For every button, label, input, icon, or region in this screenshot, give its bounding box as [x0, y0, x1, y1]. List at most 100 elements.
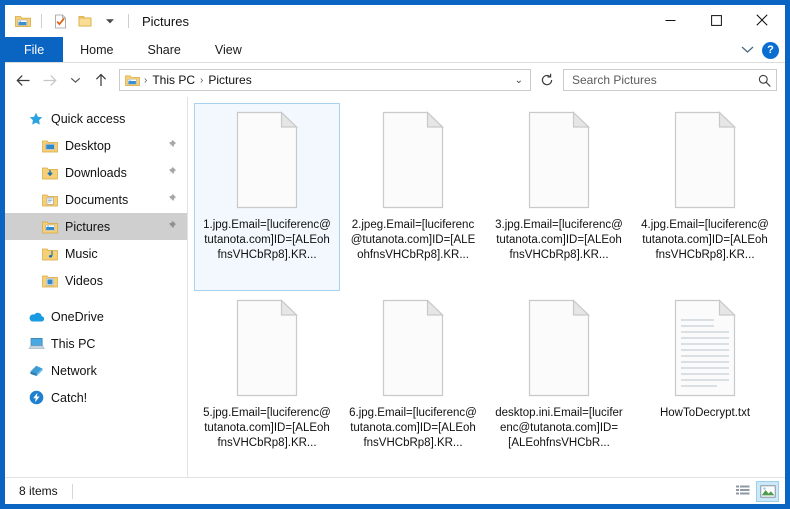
desktop-folder-icon [41, 138, 59, 154]
onedrive-icon [27, 309, 45, 325]
window-title: Pictures [142, 13, 189, 29]
sidebar-label: Catch! [51, 390, 88, 405]
blank-file-icon [375, 298, 451, 398]
videos-folder-icon [41, 273, 59, 289]
explorer-body: ///// Quick access Desktop [5, 97, 785, 477]
file-item[interactable]: desktop.ini.Email=[luciferenc@tutanota.c… [486, 291, 632, 477]
status-separator [71, 483, 73, 499]
properties-icon[interactable] [50, 11, 70, 31]
ribbon-tabs: File Home Share View ? [5, 37, 785, 63]
quick-access-toolbar [5, 11, 132, 31]
chevron-down-icon[interactable] [100, 11, 120, 31]
breadcrumb-separator-2: › [200, 74, 204, 86]
file-item[interactable]: 1.jpg.Email=[luciferenc@tutanota.com]ID=… [194, 103, 340, 291]
catch-icon [27, 390, 45, 406]
file-name: 6.jpg.Email=[luciferenc@tutanota.com]ID=… [349, 407, 477, 449]
file-name: 5.jpg.Email=[luciferenc@tutanota.com]ID=… [203, 407, 331, 449]
this-pc-icon [27, 336, 45, 352]
file-name: 3.jpg.Email=[luciferenc@tutanota.com]ID=… [495, 219, 623, 261]
sidebar-label: Quick access [51, 111, 126, 126]
recent-locations-chevron-down-icon[interactable] [63, 67, 87, 93]
back-arrow-icon[interactable] [11, 67, 35, 93]
status-bar: 8 items [5, 477, 785, 504]
sidebar-item-music[interactable]: Music [5, 240, 187, 267]
breadcrumb-folder-icon [125, 74, 140, 87]
network-icon [27, 363, 45, 379]
expand-ribbon-chevron-down-icon[interactable] [741, 41, 754, 59]
search-icon[interactable] [758, 74, 771, 87]
breadcrumb-pictures[interactable]: Pictures [205, 73, 254, 87]
sidebar-item-documents[interactable]: Documents [5, 186, 187, 213]
file-name: 1.jpg.Email=[luciferenc@tutanota.com]ID=… [203, 219, 331, 261]
file-list[interactable]: 1.jpg.Email=[luciferenc@tutanota.com]ID=… [187, 97, 785, 477]
file-name: desktop.ini.Email=[luciferenc@tutanota.c… [495, 407, 623, 449]
breadcrumb-this-pc[interactable]: This PC [149, 73, 198, 87]
tab-file[interactable]: File [5, 37, 64, 62]
details-view-icon[interactable] [731, 481, 754, 502]
navigation-pane: Quick access Desktop Downloads Documents… [5, 97, 187, 477]
sidebar-label: Downloads [65, 165, 127, 180]
toolbar-separator [41, 14, 42, 28]
file-item[interactable]: 2.jpeg.Email=[luciferenc@tutanota.com]ID… [340, 103, 486, 291]
sidebar-item-pictures[interactable]: Pictures [5, 213, 187, 240]
blank-file-icon [229, 298, 305, 398]
sidebar-label: Music [65, 246, 98, 261]
tab-share[interactable]: Share [131, 37, 198, 62]
pictures-folder-icon [41, 219, 59, 235]
item-count: 8 items [19, 484, 58, 498]
close-button[interactable] [739, 5, 785, 35]
pin-icon[interactable] [166, 220, 177, 234]
file-item[interactable]: 3.jpg.Email=[luciferenc@tutanota.com]ID=… [486, 103, 632, 291]
pin-icon[interactable] [166, 193, 177, 207]
breadcrumb[interactable]: › This PC › Pictures ⌄ [119, 69, 531, 91]
blank-file-icon [521, 110, 597, 210]
sidebar-item-downloads[interactable]: Downloads [5, 159, 187, 186]
tab-view[interactable]: View [198, 37, 259, 62]
ribbon-right-controls: ? [741, 37, 779, 63]
maximize-button[interactable] [693, 5, 739, 35]
sidebar-label: Desktop [65, 138, 111, 153]
search-box[interactable] [563, 69, 777, 91]
sidebar-label: Network [51, 363, 97, 378]
explorer-window: Pictures File Home Share View ? › This P… [4, 4, 786, 505]
sidebar-item-onedrive[interactable]: OneDrive [5, 303, 187, 330]
breadcrumb-chevron-down-icon[interactable]: ⌄ [515, 75, 526, 86]
sidebar-label: This PC [51, 336, 96, 351]
text-file-icon [667, 298, 743, 398]
blank-file-icon [521, 298, 597, 398]
sidebar-item-videos[interactable]: Videos [5, 267, 187, 294]
pin-icon[interactable] [166, 166, 177, 180]
sidebar-item-catch[interactable]: Catch! [5, 384, 187, 411]
star-icon [27, 111, 45, 127]
title-bar: Pictures [5, 5, 785, 37]
sidebar-item-quick-access[interactable]: Quick access [5, 105, 187, 132]
new-folder-icon[interactable] [75, 11, 95, 31]
folder-icon[interactable] [13, 11, 33, 31]
toolbar-separator-2 [128, 14, 129, 28]
up-arrow-icon[interactable] [89, 67, 113, 93]
window-controls [647, 5, 785, 35]
file-name: 2.jpeg.Email=[luciferenc@tutanota.com]ID… [350, 219, 476, 261]
file-name: HowToDecrypt.txt [659, 407, 751, 419]
file-item[interactable]: 5.jpg.Email=[luciferenc@tutanota.com]ID=… [194, 291, 340, 477]
large-icons-view-icon[interactable] [756, 480, 779, 502]
file-item[interactable]: 4.jpg.Email=[luciferenc@tutanota.com]ID=… [632, 103, 778, 291]
file-item[interactable]: 6.jpg.Email=[luciferenc@tutanota.com]ID=… [340, 291, 486, 477]
minimize-button[interactable] [647, 5, 693, 35]
help-button[interactable]: ? [762, 41, 779, 59]
sidebar-item-network[interactable]: Network [5, 357, 187, 384]
pin-icon[interactable] [166, 139, 177, 153]
blank-file-icon [375, 110, 451, 210]
sidebar-item-desktop[interactable]: Desktop [5, 132, 187, 159]
sidebar-label: Documents [65, 192, 129, 207]
address-bar: › This PC › Pictures ⌄ [5, 63, 785, 97]
sidebar-gap-1 [5, 294, 187, 303]
file-item[interactable]: HowToDecrypt.txt [632, 291, 778, 477]
search-input[interactable] [572, 73, 758, 87]
view-mode-buttons [731, 480, 779, 502]
blank-file-icon [229, 110, 305, 210]
refresh-icon[interactable] [536, 69, 558, 91]
sidebar-item-this-pc[interactable]: This PC [5, 330, 187, 357]
music-folder-icon [41, 246, 59, 262]
tab-home[interactable]: Home [63, 37, 130, 62]
